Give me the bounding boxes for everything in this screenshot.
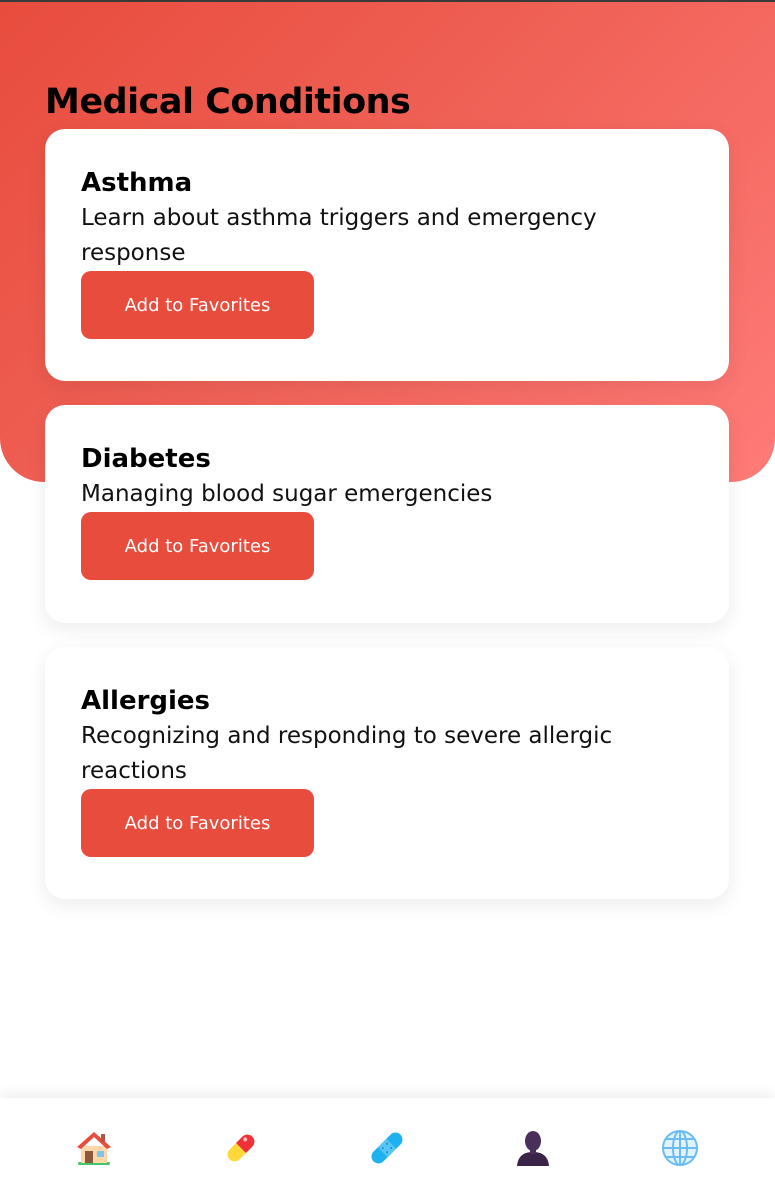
condition-title: Asthma [81, 168, 193, 198]
condition-card-asthma: Asthma Learn about asthma triggers and e… [45, 129, 729, 381]
bandage-icon [371, 1132, 403, 1164]
nav-language[interactable] [660, 1128, 700, 1168]
condition-title: Allergies [81, 686, 211, 716]
add-to-favorites-button[interactable]: Add to Favorites [81, 789, 314, 857]
home-icon [77, 1132, 111, 1165]
condition-description: Learn about asthma triggers and emergenc… [81, 205, 597, 266]
globe-icon [662, 1130, 698, 1166]
bottom-navigation [0, 1098, 775, 1198]
nav-first-aid[interactable] [367, 1128, 407, 1168]
condition-description: Managing blood sugar emergencies [81, 481, 493, 507]
add-to-favorites-button[interactable]: Add to Favorites [81, 271, 314, 339]
nav-medications[interactable] [221, 1128, 261, 1168]
add-to-favorites-button[interactable]: Add to Favorites [81, 512, 314, 580]
nav-profile[interactable] [513, 1128, 553, 1168]
page-title: Medical Conditions [45, 82, 411, 122]
condition-description: Recognizing and responding to severe all… [81, 723, 613, 784]
condition-title: Diabetes [81, 444, 211, 474]
condition-card-diabetes: Diabetes Managing blood sugar emergencie… [45, 405, 729, 623]
person-icon [517, 1131, 549, 1166]
condition-card-allergies: Allergies Recognizing and responding to … [45, 647, 729, 899]
nav-home[interactable] [74, 1128, 114, 1168]
pill-icon [227, 1134, 255, 1162]
